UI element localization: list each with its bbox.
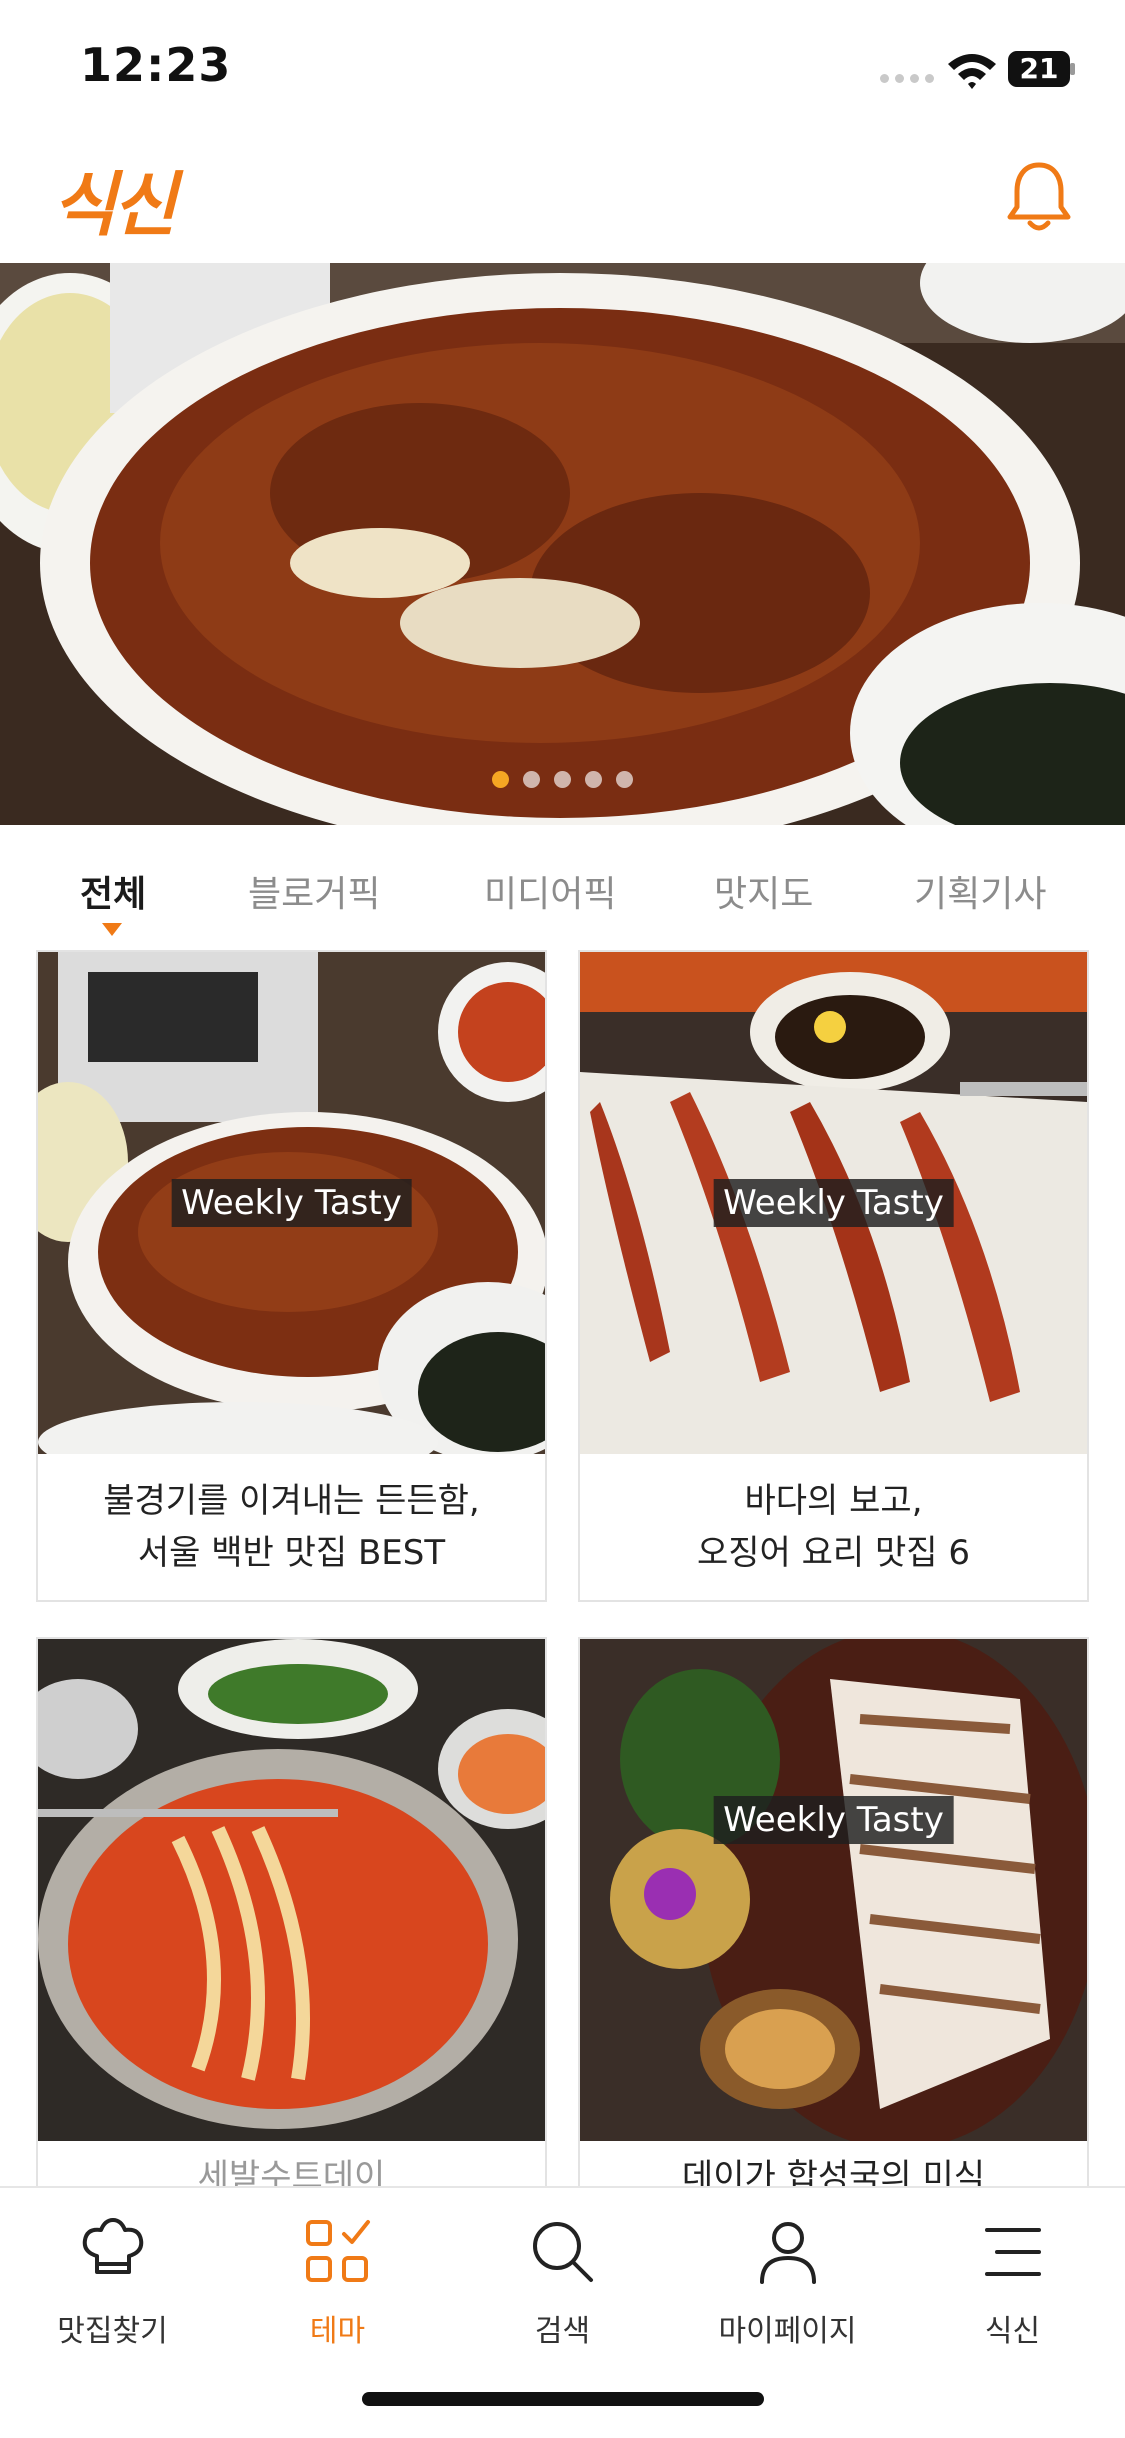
nav-theme[interactable]: 테마 — [225, 2212, 450, 2350]
nav-label: 테마 — [309, 2314, 366, 2349]
pagination-dot[interactable] — [492, 771, 509, 788]
nav-find-restaurants[interactable]: 맛집찾기 — [0, 2212, 225, 2350]
theme-card[interactable]: Weekly Tasty 데이가 합성국의 미식 — [578, 1637, 1089, 2241]
tab-feature-article[interactable]: 기획기사 — [914, 865, 1046, 917]
pagination-dot[interactable] — [523, 771, 540, 788]
bell-icon[interactable] — [1004, 159, 1074, 235]
card-title: 바다의 보고, 오징어 요리 맛집 6 — [580, 1454, 1087, 1600]
theme-card[interactable]: Weekly Tasty 바다의 보고, 오징어 요리 맛집 6 — [578, 950, 1089, 1602]
pagination-dot[interactable] — [585, 771, 602, 788]
card-title-line: 바다의 보고, — [744, 1481, 923, 1521]
tab-all[interactable]: 전체 — [80, 865, 146, 917]
tab-food-map[interactable]: 맛지도 — [714, 865, 813, 917]
status-time: 12:23 — [80, 38, 232, 92]
weekly-tasty-badge: Weekly Tasty — [713, 1795, 954, 1844]
card-title-line: 불경기를 이겨내는 든든함, — [103, 1481, 480, 1521]
nav-label: 식신 — [984, 2314, 1041, 2349]
card-image: Weekly Tasty — [580, 952, 1087, 1454]
nav-label: 맛집찾기 — [57, 2314, 168, 2349]
nav-label: 마이페이지 — [718, 2314, 857, 2349]
nav-search[interactable]: 검색 — [450, 2212, 675, 2350]
card-image — [38, 1639, 545, 2141]
weekly-tasty-badge: Weekly Tasty — [713, 1179, 954, 1227]
nav-sikshin-menu[interactable]: 식신 — [900, 2212, 1125, 2350]
nav-my-page[interactable]: 마이페이지 — [675, 2212, 900, 2350]
battery-level: 21 — [1019, 52, 1059, 85]
person-icon — [759, 2222, 816, 2284]
card-title-line: 오징어 요리 맛집 6 — [696, 1533, 970, 1573]
banner-food-image — [0, 263, 1125, 825]
banner-pagination — [0, 771, 1125, 788]
active-tab-indicator — [102, 923, 122, 936]
theme-grid-icon — [305, 2220, 370, 2282]
cellular-signal-icon — [880, 74, 934, 83]
nav-label: 검색 — [534, 2314, 591, 2349]
card-image: Weekly Tasty — [580, 1639, 1087, 2141]
status-bar: 12:23 21 — [0, 0, 1125, 135]
weekly-tasty-badge: Weekly Tasty — [171, 1179, 412, 1227]
app-logo[interactable]: 식신 — [52, 149, 177, 250]
tab-blogger-pick[interactable]: 블로거픽 — [248, 865, 380, 917]
pagination-dot[interactable] — [554, 771, 571, 788]
card-title-line: 서울 백반 맛집 BEST — [137, 1533, 446, 1573]
home-indicator[interactable] — [362, 2392, 764, 2406]
wifi-icon — [948, 54, 996, 89]
menu-icon — [984, 2228, 1041, 2276]
pagination-dot[interactable] — [616, 771, 633, 788]
theme-card[interactable]: Weekly Tasty 불경기를 이겨내는 든든함, 서울 백반 맛집 BES… — [36, 950, 547, 1602]
hero-banner[interactable] — [0, 263, 1125, 825]
app-header: 식신 — [0, 135, 1125, 263]
battery-icon: 21 — [1008, 51, 1076, 87]
card-title: 불경기를 이겨내는 든든함, 서울 백반 맛집 BEST — [38, 1454, 545, 1600]
card-image: Weekly Tasty — [38, 952, 545, 1454]
tab-media-pick[interactable]: 미디어픽 — [484, 865, 616, 917]
theme-card[interactable]: 세발수트데이 — [36, 1637, 547, 2241]
search-icon — [532, 2222, 593, 2282]
category-tabs: 전체 블로거픽 미디어픽 맛지도 기획기사 — [0, 825, 1125, 950]
chef-hat-icon — [82, 2218, 143, 2274]
